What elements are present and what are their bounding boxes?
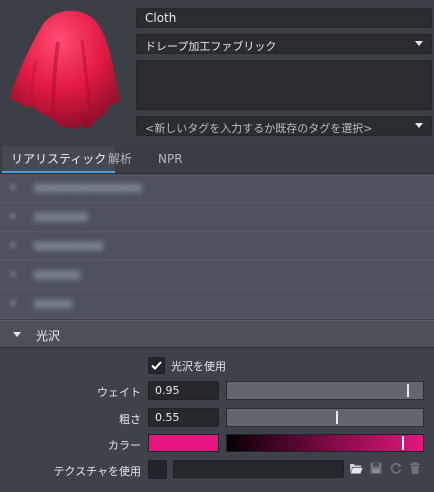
roughness-input[interactable]: 0.55 bbox=[148, 408, 219, 427]
expand-arrow-icon bbox=[10, 213, 16, 219]
weight-slider-handle[interactable] bbox=[407, 384, 409, 397]
collapsed-section[interactable]: ▆▆▆▆▆ bbox=[0, 290, 434, 319]
material-description-textarea[interactable] bbox=[136, 60, 432, 110]
use-texture-checkbox[interactable] bbox=[148, 460, 167, 479]
tab-bar: リアリスティック 解析 NPR bbox=[0, 146, 434, 174]
chevron-down-icon bbox=[415, 41, 423, 46]
color-label: カラー bbox=[108, 439, 141, 452]
collapsed-sections-blurred: ▆▆▆▆▆▆▆▆▆▆▆▆▆▆ ▆▆▆▆▆▆▆ ▆▆▆▆▆▆▆▆▆ ▆▆▆▆▆▆ … bbox=[0, 174, 434, 319]
weight-label: ウェイト bbox=[97, 386, 141, 399]
trash-icon[interactable] bbox=[408, 461, 422, 475]
weight-slider[interactable] bbox=[226, 381, 424, 400]
expand-arrow-icon bbox=[10, 300, 16, 306]
color-slider-handle[interactable] bbox=[402, 436, 404, 450]
weight-input[interactable]: 0.95 bbox=[148, 381, 219, 400]
use-gloss-label: 光沢を使用 bbox=[171, 360, 226, 373]
tab-npr[interactable]: NPR bbox=[149, 146, 192, 173]
collapse-arrow-icon bbox=[13, 332, 21, 337]
material-name-input[interactable]: Cloth bbox=[136, 8, 432, 28]
use-gloss-checkbox[interactable] bbox=[148, 357, 165, 374]
refresh-icon[interactable] bbox=[389, 461, 403, 475]
use-texture-label: テクスチャを使用 bbox=[53, 465, 141, 478]
expand-arrow-icon bbox=[10, 242, 16, 248]
material-preview-thumbnail bbox=[2, 2, 130, 134]
roughness-label: 粗さ bbox=[119, 413, 141, 426]
tag-select-input[interactable]: <新しいタグを入力するか既存のタグを選択> bbox=[136, 116, 432, 136]
gloss-section-title: 光沢 bbox=[36, 329, 61, 343]
tab-analysis[interactable]: 解析 bbox=[99, 146, 141, 173]
preset-selected-value: ドレープ加工ファブリック bbox=[145, 40, 277, 53]
collapsed-section[interactable]: ▆▆▆▆▆▆▆ bbox=[0, 203, 434, 232]
folder-open-icon[interactable] bbox=[349, 461, 363, 475]
save-icon[interactable] bbox=[369, 461, 383, 475]
material-preset-select[interactable]: ドレープ加工ファブリック bbox=[136, 34, 432, 54]
gloss-section-header[interactable]: 光沢 bbox=[0, 320, 434, 348]
tag-placeholder: <新しいタグを入力するか既存のタグを選択> bbox=[145, 122, 373, 135]
collapsed-section[interactable]: ▆▆▆▆▆▆▆▆▆ bbox=[0, 232, 434, 261]
roughness-slider-handle[interactable] bbox=[336, 411, 338, 424]
roughness-slider[interactable] bbox=[226, 408, 424, 427]
color-swatch[interactable] bbox=[148, 434, 219, 452]
texture-path-field[interactable] bbox=[173, 460, 344, 478]
checkmark-icon bbox=[151, 361, 162, 370]
collapsed-section[interactable]: ▆▆▆▆▆▆ bbox=[0, 261, 434, 290]
expand-arrow-icon bbox=[10, 184, 16, 190]
color-value-slider[interactable] bbox=[226, 434, 424, 452]
collapsed-section[interactable]: ▆▆▆▆▆▆▆▆▆▆▆▆▆▆ bbox=[0, 174, 434, 203]
chevron-down-icon bbox=[415, 123, 423, 128]
expand-arrow-icon bbox=[10, 271, 16, 277]
